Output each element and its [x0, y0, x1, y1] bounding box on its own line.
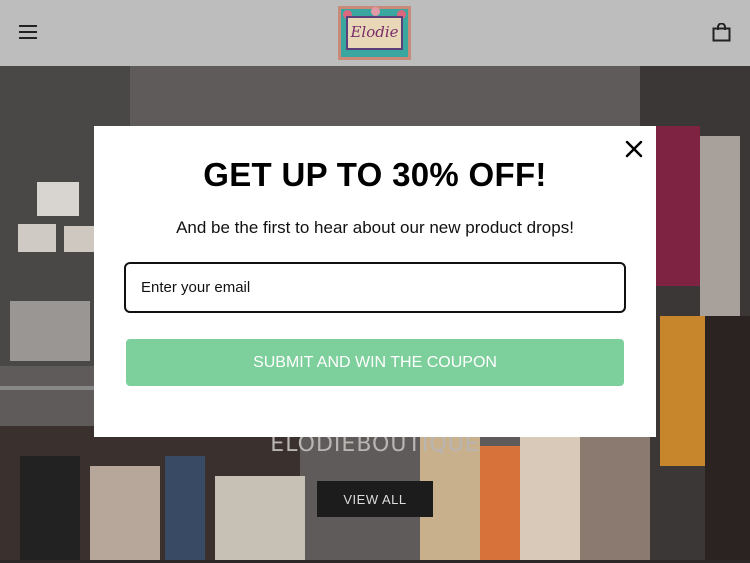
submit-coupon-button[interactable]: SUBMIT AND WIN THE COUPON	[126, 339, 624, 386]
logo-inner: Elodie	[346, 16, 403, 50]
logo-text: Elodie	[350, 23, 399, 41]
popup-subtitle: And be the first to hear about our new p…	[176, 218, 574, 237]
shopping-bag-icon[interactable]	[712, 22, 731, 42]
discount-popup: GET UP TO 30% OFF! And be the first to h…	[94, 126, 656, 437]
view-all-button[interactable]: VIEW ALL	[317, 481, 433, 517]
hamburger-menu-icon[interactable]	[19, 25, 37, 39]
site-header: Elodie	[0, 0, 750, 66]
store-logo[interactable]: Elodie	[338, 6, 411, 60]
email-field[interactable]	[124, 262, 626, 313]
popup-title: GET UP TO 30% OFF!	[203, 156, 547, 193]
